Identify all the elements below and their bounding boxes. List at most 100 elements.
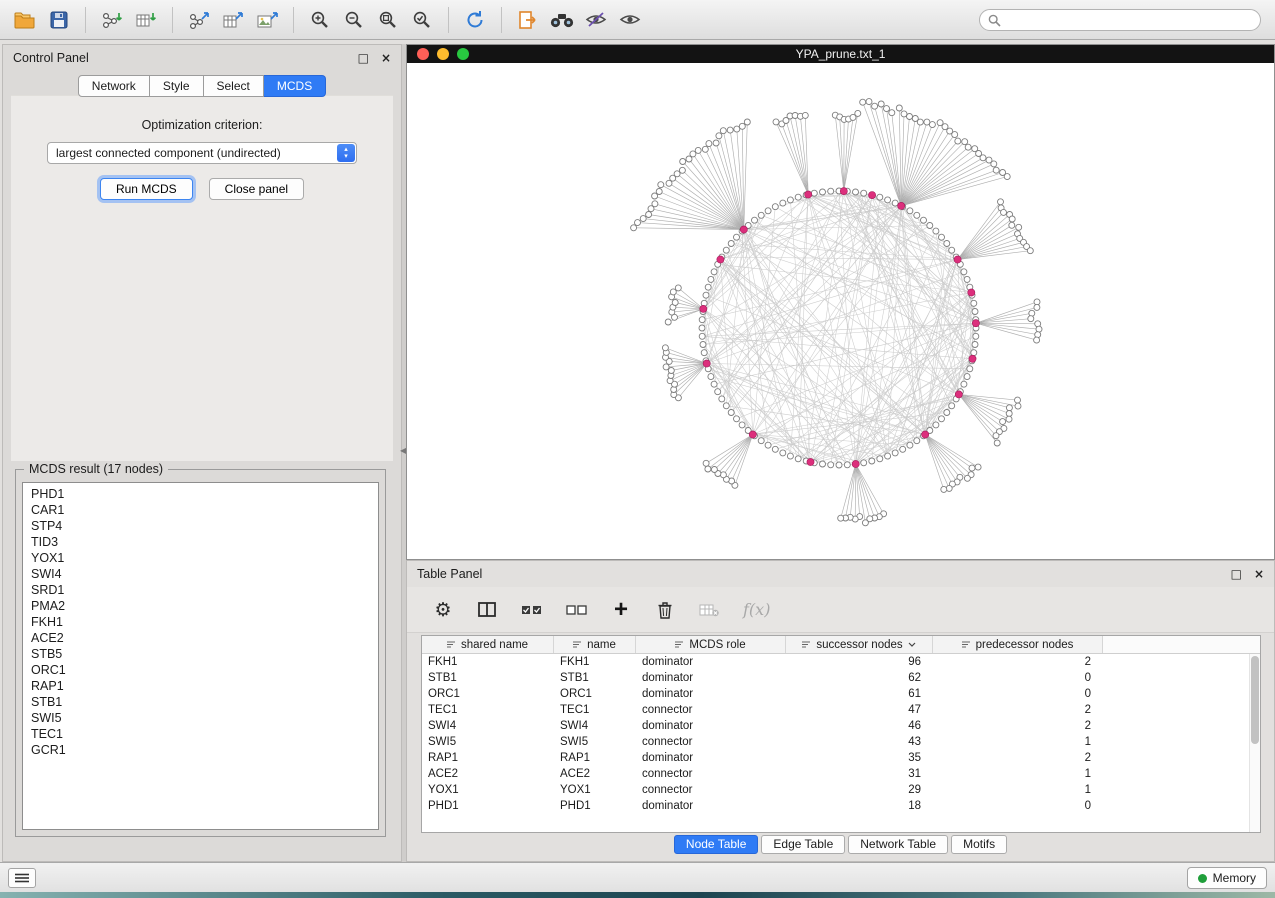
main-toolbar — [0, 0, 1275, 40]
zoom-fit-icon[interactable] — [371, 5, 405, 35]
tab-mcds[interactable]: MCDS — [264, 75, 326, 97]
table-row[interactable]: YOX1YOX1connector291 — [422, 782, 1260, 798]
float-panel-icon[interactable]: □ — [1231, 568, 1242, 580]
mcds-result-item[interactable]: STP4 — [23, 518, 378, 534]
search-input[interactable] — [1007, 13, 1252, 27]
table-cell: SWI5 — [554, 734, 636, 750]
minimize-window-icon[interactable] — [437, 48, 449, 60]
network-canvas[interactable] — [407, 63, 1274, 559]
mcds-result-item[interactable]: TID3 — [23, 534, 378, 550]
select-all-icon[interactable] — [521, 598, 542, 622]
column-header-shared-name[interactable]: shared name — [422, 636, 554, 653]
delete-row-icon[interactable] — [655, 598, 675, 622]
mcds-result-item[interactable]: ORC1 — [23, 662, 378, 678]
share-document-icon[interactable] — [511, 5, 545, 35]
run-mcds-button[interactable]: Run MCDS — [100, 178, 193, 200]
close-panel-button[interactable]: Close panel — [209, 178, 304, 200]
mcds-result-item[interactable]: STB5 — [23, 646, 378, 662]
table-cell: ORC1 — [422, 686, 554, 702]
float-panel-icon[interactable]: □ — [358, 52, 369, 64]
table-row[interactable]: STB1STB1dominator620 — [422, 670, 1260, 686]
show-graphics-icon[interactable] — [613, 5, 647, 35]
import-table-icon[interactable] — [129, 5, 163, 35]
close-window-icon[interactable] — [417, 48, 429, 60]
export-network-icon[interactable] — [182, 5, 216, 35]
hide-graphics-icon[interactable] — [579, 5, 613, 35]
mcds-result-item[interactable]: RAP1 — [23, 678, 378, 694]
tab-select[interactable]: Select — [204, 75, 264, 97]
tab-style[interactable]: Style — [150, 75, 204, 97]
table-row[interactable]: ORC1ORC1dominator610 — [422, 686, 1260, 702]
table-row[interactable]: SWI4SWI4dominator462 — [422, 718, 1260, 734]
table-cell: dominator — [636, 670, 786, 686]
export-table-icon[interactable] — [216, 5, 250, 35]
optimization-criterion-select[interactable]: largest connected component (undirected)… — [47, 142, 357, 164]
zoom-out-icon[interactable] — [337, 5, 371, 35]
open-session-icon[interactable] — [8, 5, 42, 35]
chevron-down-icon — [908, 642, 916, 647]
memory-button[interactable]: Memory — [1187, 867, 1267, 889]
table-cell: RAP1 — [554, 750, 636, 766]
mcds-result-item[interactable]: ACE2 — [23, 630, 378, 646]
mcds-result-item[interactable]: SRD1 — [23, 582, 378, 598]
mcds-result-item[interactable]: CAR1 — [23, 502, 378, 518]
status-menu-button[interactable] — [8, 868, 36, 888]
mcds-result-item[interactable]: SWI4 — [23, 566, 378, 582]
table-settings-gear-icon[interactable]: ⚙ — [433, 598, 453, 622]
save-session-icon[interactable] — [42, 5, 76, 35]
select-stepper-icon: ▴▾ — [337, 144, 355, 162]
close-panel-icon[interactable]: × — [1254, 568, 1264, 580]
table-cell: PHD1 — [422, 798, 554, 814]
tab-network-table[interactable]: Network Table — [848, 835, 948, 854]
network-canvas-svg[interactable] — [407, 63, 1274, 559]
table-scrollbar[interactable] — [1249, 654, 1260, 832]
mcds-result-list[interactable]: PHD1CAR1STP4TID3YOX1SWI4SRD1PMA2FKH1ACE2… — [22, 482, 379, 830]
tab-network[interactable]: Network — [78, 75, 150, 97]
zoom-selected-icon[interactable] — [405, 5, 439, 35]
mcds-result-item[interactable]: PHD1 — [23, 486, 378, 502]
memory-status-icon — [1198, 874, 1207, 883]
table-cell: dominator — [636, 654, 786, 670]
global-search-field[interactable] — [979, 9, 1261, 31]
table-row[interactable]: SWI5SWI5connector431 — [422, 734, 1260, 750]
mcds-result-item[interactable]: STB1 — [23, 694, 378, 710]
table-row[interactable]: FKH1FKH1dominator962 — [422, 654, 1260, 670]
tab-edge-table[interactable]: Edge Table — [761, 835, 845, 854]
column-header-mcds-role[interactable]: MCDS role — [636, 636, 786, 653]
mcds-result-item[interactable]: FKH1 — [23, 614, 378, 630]
zoom-in-icon[interactable] — [303, 5, 337, 35]
table-cell: 29 — [786, 782, 933, 798]
table-cell: SWI4 — [554, 718, 636, 734]
add-row-icon[interactable]: + — [611, 598, 631, 622]
memory-label: Memory — [1213, 871, 1256, 885]
show-columns-icon[interactable] — [477, 598, 497, 622]
mcds-result-item[interactable]: SWI5 — [23, 710, 378, 726]
import-network-icon[interactable] — [95, 5, 129, 35]
deselect-all-icon[interactable] — [566, 598, 587, 622]
table-cell: 1 — [933, 734, 1103, 750]
mcds-result-item[interactable]: YOX1 — [23, 550, 378, 566]
maximize-window-icon[interactable] — [457, 48, 469, 60]
criterion-value: largest connected component (undirected) — [56, 146, 281, 160]
network-window-titlebar[interactable]: YPA_prune.txt_1 — [407, 45, 1274, 63]
column-header-predecessor-nodes[interactable]: predecessor nodes — [933, 636, 1103, 653]
table-cell: STB1 — [422, 670, 554, 686]
tab-node-table[interactable]: Node Table — [674, 835, 759, 854]
column-header-name[interactable]: name — [554, 636, 636, 653]
mcds-tab-content: Optimization criterion: largest connecte… — [11, 95, 393, 461]
table-row[interactable]: RAP1RAP1dominator352 — [422, 750, 1260, 766]
refresh-view-icon[interactable] — [458, 5, 492, 35]
function-builder-icon: f(x) — [743, 598, 770, 622]
tab-motifs[interactable]: Motifs — [951, 835, 1007, 854]
mcds-result-item[interactable]: PMA2 — [23, 598, 378, 614]
table-row[interactable]: TEC1TEC1connector472 — [422, 702, 1260, 718]
table-row[interactable]: ACE2ACE2connector311 — [422, 766, 1260, 782]
mcds-result-item[interactable]: TEC1 — [23, 726, 378, 742]
export-image-icon[interactable] — [250, 5, 284, 35]
scrollbar-thumb[interactable] — [1251, 656, 1259, 744]
search-network-icon[interactable] — [545, 5, 579, 35]
table-row[interactable]: PHD1PHD1dominator180 — [422, 798, 1260, 814]
mcds-result-item[interactable]: GCR1 — [23, 742, 378, 758]
close-panel-icon[interactable]: × — [381, 52, 391, 64]
column-header-successor-nodes[interactable]: successor nodes — [786, 636, 933, 653]
